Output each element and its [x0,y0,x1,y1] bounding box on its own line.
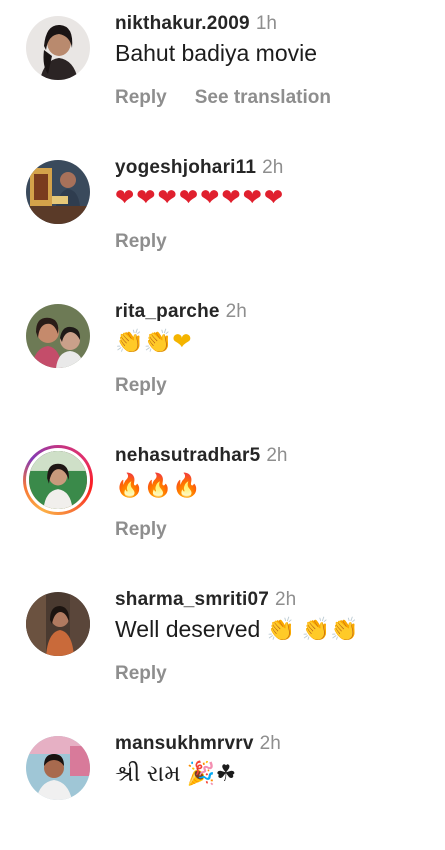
avatar-image [26,304,90,368]
avatar-image [26,592,90,656]
timestamp: 1h [255,13,277,34]
timestamp: 2h [259,733,281,754]
comment-item: rita_parche 2h 👏👏❤ Reply [0,288,445,418]
avatar[interactable] [26,16,90,80]
comment-text: Well deserved 👏 👏👏 [115,616,360,642]
reply-button[interactable]: Reply [115,375,167,396]
username[interactable]: rita_parche [115,301,220,322]
comment-text: શ્રી રામ 🎉☘ [115,760,237,786]
avatar[interactable] [23,445,93,515]
reply-button[interactable]: Reply [115,231,167,252]
comment-text: 🔥🔥🔥 [115,472,201,498]
comment-header: sharma_smriti07 2h [115,588,296,612]
avatar[interactable] [26,592,90,656]
timestamp: 2h [225,301,247,322]
comment-text: 👏👏❤ [115,328,192,354]
comment-item: mansukhmrvrv 2h શ્રી રામ 🎉☘ [0,720,445,850]
comment-actions: Reply [115,230,167,254]
username[interactable]: yogeshjohari11 [115,157,256,178]
username[interactable]: sharma_smriti07 [115,589,269,610]
comment-header: nehasutradhar5 2h [115,444,288,468]
comment-actions: Reply See translation [115,86,331,110]
reply-button[interactable]: Reply [115,663,167,684]
username[interactable]: mansukhmrvrv [115,733,254,754]
avatar[interactable] [26,736,90,800]
comment-text: Bahut badiya movie [115,40,318,66]
comment-header: yogeshjohari11 2h [115,156,283,180]
comment-header: rita_parche 2h [115,300,247,324]
timestamp: 2h [262,157,284,178]
comment-item: yogeshjohari11 2h ❤❤❤❤❤❤❤❤ Reply [0,144,445,274]
see-translation-button[interactable]: See translation [195,87,331,108]
username[interactable]: nikthakur.2009 [115,13,250,34]
timestamp: 2h [275,589,297,610]
comment-text: ❤❤❤❤❤❤❤❤ [115,184,286,210]
comment-item: nikthakur.2009 1h Bahut badiya movie Repl… [0,0,445,130]
comment-actions: Reply [115,518,167,542]
story-ring [23,445,93,515]
avatar[interactable] [26,160,90,224]
comment-actions: Reply [115,662,167,686]
timestamp: 2h [266,445,288,466]
avatar-image [26,160,90,224]
comment-actions: Reply [115,374,167,398]
avatar[interactable] [26,304,90,368]
reply-button[interactable]: Reply [115,519,167,540]
avatar-image [26,736,90,800]
comment-header: mansukhmrvrv 2h [115,732,281,756]
comment-item: sharma_smriti07 2h Well deserved 👏 👏👏 Rep… [0,576,445,706]
avatar-image [29,451,87,509]
reply-button[interactable]: Reply [115,87,167,108]
comment-item: nehasutradhar5 2h 🔥🔥🔥 Reply [0,432,445,562]
avatar-image [26,16,90,80]
username[interactable]: nehasutradhar5 [115,445,260,466]
comment-header: nikthakur.2009 1h [115,12,277,36]
